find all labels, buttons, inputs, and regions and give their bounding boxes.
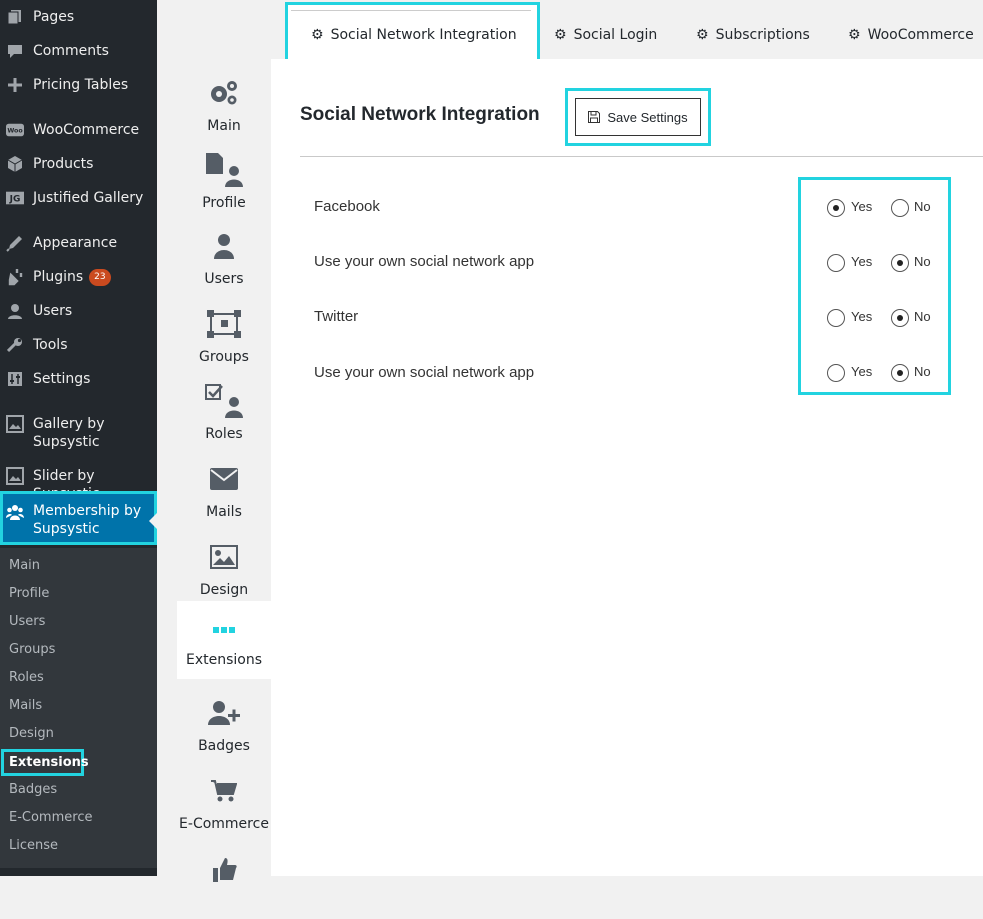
gear-icon: ⚙ [848, 27, 861, 43]
radio-label-no: No [914, 364, 931, 379]
submenu-item-design[interactable]: Design [9, 726, 54, 742]
svg-text:Woo: Woo [7, 128, 23, 135]
facebook-own-app-no-radio[interactable] [891, 254, 909, 272]
woocommerce-icon: Woo [6, 121, 24, 139]
svg-text:JG: JG [9, 195, 21, 205]
products-icon [6, 155, 24, 173]
twitter-yes-radio[interactable] [827, 309, 845, 327]
plus-icon [6, 76, 24, 94]
radio-label-yes: Yes [851, 254, 873, 269]
nav-item-main[interactable]: Main [177, 67, 271, 143]
gears-icon [177, 75, 271, 111]
settings-icon [6, 370, 24, 388]
option-label-twitter: Twitter [314, 308, 359, 325]
save-settings-frame: Save Settings [565, 88, 711, 146]
gear-icon: ⚙ [696, 27, 709, 43]
envelope-icon [177, 461, 271, 497]
plugins-update-badge: 23 [89, 269, 111, 286]
plugins-icon [6, 268, 24, 286]
radio-label-yes: Yes [851, 199, 873, 214]
membership-icon [6, 503, 24, 521]
image-icon [177, 539, 271, 575]
twitter-no-radio[interactable] [891, 309, 909, 327]
submenu-item-extensions[interactable]: Extensions [1, 749, 89, 776]
gear-icon: ⚙ [554, 27, 567, 43]
radio-label-yes: Yes [851, 309, 873, 324]
comments-icon [6, 42, 24, 60]
jg-icon: JG [6, 189, 24, 207]
nav-item-e-commerce[interactable]: E-Commerce [177, 765, 271, 841]
nav-item-mails[interactable]: Mails [177, 453, 271, 529]
radio-label-no: No [914, 309, 931, 324]
radio-label-no: No [914, 254, 931, 269]
roles-icon [177, 383, 271, 419]
submenu-item-badges[interactable]: Badges [9, 782, 57, 798]
profile-icon [177, 152, 271, 188]
menu-item-membership-by-supsystic[interactable]: Membership by Supsystic [0, 491, 157, 545]
tab-social-network-integration[interactable]: ⚙ Social Network Integration [311, 8, 517, 62]
twitter-own-app-no-radio[interactable] [891, 364, 909, 382]
groups-icon [177, 306, 271, 342]
nav-item-more[interactable] [177, 843, 271, 919]
submenu-item-roles[interactable]: Roles [9, 670, 44, 686]
twitter-own-app-yes-radio[interactable] [827, 364, 845, 382]
nav-item-profile[interactable]: Profile [177, 144, 271, 220]
nav-item-groups[interactable]: Groups [177, 298, 271, 374]
page-title: Social Network Integration [300, 104, 540, 125]
option-label-facebook-own-app: Use your own social network app [314, 253, 535, 270]
ellipsis-icon [177, 613, 271, 649]
floppy-disk-icon [588, 111, 601, 123]
submenu-item-profile[interactable]: Profile [9, 586, 49, 602]
appearance-icon [6, 234, 24, 252]
option-label-twitter-own-app: Use your own social network app [314, 364, 535, 381]
gallery-icon [6, 415, 24, 433]
nav-item-users[interactable]: Users [177, 220, 271, 296]
user-plus-icon [177, 695, 271, 731]
facebook-no-radio[interactable] [891, 199, 909, 217]
tab-social-login[interactable]: ⚙ Social Login [554, 8, 657, 62]
divider [300, 156, 983, 157]
nav-item-badges[interactable]: Badges [177, 687, 271, 763]
plugin-left-nav: Main Profile Users Groups Roles Mails De… [157, 59, 271, 882]
save-settings-button[interactable]: Save Settings [575, 98, 701, 136]
user-icon [177, 228, 271, 264]
submenu-item-mails[interactable]: Mails [9, 698, 42, 714]
submenu-item-users[interactable]: Users [9, 614, 45, 630]
admin-sidebar: Pages Comments Pricing Tables Woo WooCom… [0, 0, 157, 876]
facebook-own-app-yes-radio[interactable] [827, 254, 845, 272]
submenu-item-license[interactable]: License [9, 838, 58, 854]
nav-item-roles[interactable]: Roles [177, 375, 271, 451]
settings-content: Social Network Integration Save Settings… [271, 59, 983, 876]
tab-woocommerce[interactable]: ⚙ WooCommerce [848, 8, 974, 62]
cart-icon [177, 773, 271, 809]
submenu-item-main[interactable]: Main [9, 558, 40, 574]
pages-icon [6, 8, 24, 26]
slider-icon [6, 467, 24, 485]
radio-label-yes: Yes [851, 364, 873, 379]
gear-icon: ⚙ [311, 27, 324, 43]
radio-label-no: No [914, 199, 931, 214]
users-icon [6, 302, 24, 320]
thumbs-up-icon [177, 851, 271, 887]
nav-item-design[interactable]: Design [177, 531, 271, 607]
tab-subscriptions[interactable]: ⚙ Subscriptions [696, 8, 810, 62]
option-label-facebook: Facebook [314, 198, 380, 215]
submenu-item-groups[interactable]: Groups [9, 642, 55, 658]
facebook-yes-radio[interactable] [827, 199, 845, 217]
tools-icon [6, 336, 24, 354]
nav-item-extensions[interactable]: Extensions [177, 601, 271, 679]
submenu-item-e-commerce[interactable]: E-Commerce [9, 810, 92, 826]
